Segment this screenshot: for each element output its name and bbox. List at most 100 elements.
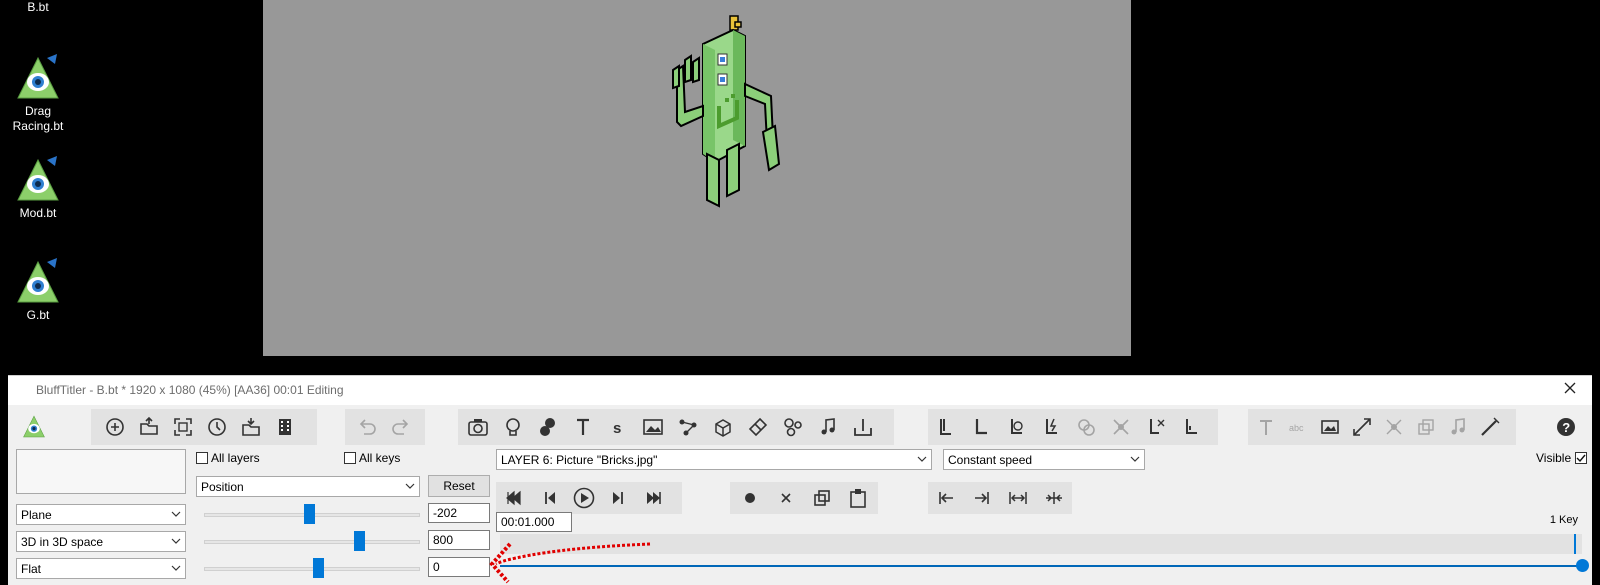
skip-to-end-icon[interactable]	[638, 482, 670, 514]
title-bar[interactable]: BluffTitler - B.bt * 1920 x 1080 (45%) […	[8, 376, 1592, 405]
abc-disabled-icon[interactable]: abc	[1282, 411, 1314, 443]
open-folder-icon[interactable]	[235, 411, 267, 443]
blufftitler-file-icon	[17, 258, 59, 303]
desktop-icon-drag-racing[interactable]: Drag Racing.bt	[10, 52, 66, 134]
playback-controls	[496, 482, 682, 514]
fx-toolbar: abc	[1248, 409, 1516, 445]
link-x-icon[interactable]	[1140, 411, 1172, 443]
redo-icon[interactable]	[385, 411, 417, 443]
time-field[interactable]: 00:01.000	[496, 512, 572, 532]
annotation-arrow	[489, 542, 651, 584]
stretch-icon[interactable]	[1002, 482, 1034, 514]
previous-key-icon[interactable]	[534, 482, 566, 514]
mode-select-2[interactable]: 3D in 3D space	[16, 531, 186, 552]
link-l-icon[interactable]	[1175, 411, 1207, 443]
key-marker[interactable]	[1576, 559, 1589, 572]
value-field-1[interactable]: -202	[428, 503, 490, 523]
keys-count: 1 Key	[1549, 514, 1578, 526]
mode-select-3[interactable]: Flat	[16, 558, 186, 579]
clock-icon[interactable]	[201, 411, 233, 443]
value-field-2[interactable]: 800	[428, 530, 490, 550]
preview-canvas[interactable]	[263, 0, 1131, 356]
chevron-down-icon	[1130, 456, 1140, 462]
key-line	[500, 565, 1582, 567]
next-key-icon[interactable]	[602, 482, 634, 514]
scatter-disabled-icon[interactable]	[1105, 411, 1137, 443]
text-icon[interactable]	[567, 411, 599, 443]
resize-icon[interactable]	[167, 411, 199, 443]
dock-icon[interactable]	[847, 411, 879, 443]
visible-label: Visible	[1536, 451, 1572, 465]
slider-thumb-3[interactable]	[312, 558, 324, 578]
skip-to-start-icon[interactable]	[498, 482, 530, 514]
link-disabled-icon[interactable]	[1070, 411, 1102, 443]
chevron-down-icon	[171, 511, 181, 517]
particles-icon[interactable]	[777, 411, 809, 443]
chevron-down-icon	[917, 456, 927, 462]
desktop-icon-mod[interactable]: Mod.bt	[10, 154, 66, 221]
help-button[interactable]: ?	[1550, 411, 1582, 443]
undo-icon[interactable]	[351, 411, 383, 443]
key-navigation-controls	[928, 482, 1072, 514]
align-start-icon[interactable]	[930, 482, 962, 514]
network-disabled-icon[interactable]	[1378, 411, 1410, 443]
eraser-icon[interactable]	[742, 411, 774, 443]
timeline-track[interactable]	[500, 534, 1582, 554]
delete-key-icon[interactable]	[770, 482, 802, 514]
property-select[interactable]: Position	[196, 476, 420, 497]
small-text-icon[interactable]: s	[602, 411, 634, 443]
film-icon[interactable]	[269, 411, 301, 443]
add-icon[interactable]	[99, 411, 131, 443]
paste-key-icon[interactable]	[842, 482, 874, 514]
music-disabled-icon[interactable]	[1442, 411, 1474, 443]
magic-wand-icon[interactable]	[1474, 411, 1506, 443]
path-icon[interactable]	[672, 411, 704, 443]
all-layers-label: All layers	[211, 451, 260, 465]
desktop-icon-label: B.bt	[27, 0, 49, 14]
open-icon[interactable]	[133, 411, 165, 443]
expand-icon[interactable]	[1346, 411, 1378, 443]
link-icon[interactable]	[930, 411, 962, 443]
reset-button[interactable]: Reset	[428, 475, 490, 497]
copy-key-icon[interactable]	[806, 482, 838, 514]
desktop-icon-label: G.bt	[26, 308, 50, 322]
visible-checkbox[interactable]: Visible	[1536, 451, 1590, 465]
blufftitler-file-icon	[17, 156, 59, 201]
music-icon[interactable]	[812, 411, 844, 443]
layer-select[interactable]: LAYER 6: Picture "Bricks.jpg"	[496, 449, 932, 470]
desktop-icon-b[interactable]: B.bt	[10, 0, 66, 15]
speed-select-value: Constant speed	[948, 453, 1033, 467]
desktop-icon-label: Drag Racing.bt	[12, 104, 64, 133]
checkbox-box	[196, 452, 208, 464]
record-icon[interactable]	[734, 482, 766, 514]
shape-icon[interactable]	[532, 411, 564, 443]
link-lightning-icon[interactable]	[1035, 411, 1067, 443]
camera-icon[interactable]	[462, 411, 494, 443]
timeline-cursor[interactable]	[1574, 534, 1576, 554]
slider-thumb-1[interactable]	[304, 504, 316, 524]
align-end-icon[interactable]	[966, 482, 998, 514]
play-icon[interactable]	[568, 482, 600, 514]
link2-icon[interactable]	[965, 411, 997, 443]
all-layers-checkbox[interactable]: All layers	[196, 451, 260, 465]
text-fx-disabled-icon[interactable]	[1250, 411, 1282, 443]
picture-icon[interactable]	[637, 411, 669, 443]
light-icon[interactable]	[497, 411, 529, 443]
layer-thumbnail	[16, 449, 186, 494]
desktop-icon-g[interactable]: G.bt	[10, 256, 66, 323]
box-icon[interactable]	[707, 411, 739, 443]
slider-thumb-2[interactable]	[353, 531, 365, 551]
all-keys-checkbox[interactable]: All keys	[344, 451, 400, 465]
link-loop-icon[interactable]	[1000, 411, 1032, 443]
close-icon[interactable]	[1562, 380, 1578, 396]
key-controls	[730, 482, 878, 514]
speed-select[interactable]: Constant speed	[943, 449, 1145, 470]
checkmark-icon	[1576, 454, 1586, 463]
blufftitler-window: BluffTitler - B.bt * 1920 x 1080 (45%) […	[8, 375, 1592, 585]
value-field-3[interactable]: 0	[428, 557, 490, 577]
copy-disabled-icon[interactable]	[1410, 411, 1442, 443]
slider-track-2[interactable]	[204, 540, 420, 544]
picture-fx-icon[interactable]	[1314, 411, 1346, 443]
mode-select-1[interactable]: Plane	[16, 504, 186, 525]
compress-icon[interactable]	[1038, 482, 1070, 514]
